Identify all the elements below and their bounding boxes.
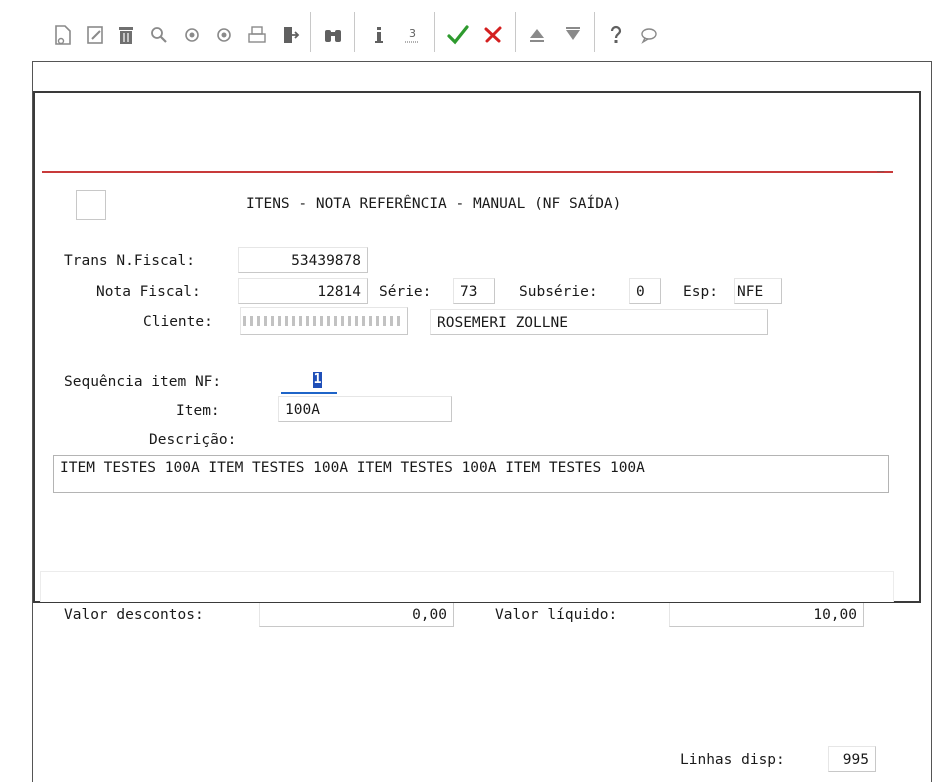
confirm-icon[interactable] [443, 20, 473, 50]
descontos-field[interactable]: 0,00 [259, 601, 454, 627]
page-title: ITENS - NOTA REFERÊNCIA - MANUAL (NF SAÍ… [246, 196, 622, 212]
subserie-label: Subsérie: [519, 284, 598, 300]
toolbar-separator [354, 12, 355, 52]
toolbar-separator [310, 12, 311, 52]
edit-icon[interactable] [80, 20, 110, 50]
serie-field[interactable]: 73 [453, 278, 495, 304]
list-icon[interactable]: 3 [397, 20, 427, 50]
toolbar-separator [434, 12, 435, 52]
binoculars-icon[interactable] [318, 20, 348, 50]
item-field[interactable]: 100A [278, 396, 452, 422]
up-icon[interactable] [522, 20, 552, 50]
nota-field[interactable]: 12814 [238, 278, 368, 304]
desc-label: Descrição: [149, 432, 237, 448]
checkbox[interactable] [76, 190, 106, 220]
trans-field[interactable]: 53439878 [238, 247, 368, 273]
delete-icon[interactable] [111, 20, 141, 50]
info-icon[interactable] [364, 20, 394, 50]
exit-icon[interactable] [275, 20, 305, 50]
seq-label: Sequência item NF: [64, 374, 222, 390]
serie-label: Série: [379, 284, 432, 300]
new-document-icon[interactable] [48, 20, 78, 50]
cancel-icon[interactable] [478, 20, 508, 50]
nota-label: Nota Fiscal: [96, 284, 201, 300]
liquido-field[interactable]: 10,00 [669, 601, 864, 627]
seq-value: 1 [313, 372, 322, 388]
down-icon[interactable] [558, 20, 588, 50]
dialog-window [33, 91, 921, 603]
header-divider [42, 171, 893, 173]
description-field[interactable]: ITEM TESTES 100A ITEM TESTES 100A ITEM T… [53, 455, 889, 493]
help-icon[interactable] [601, 20, 631, 50]
next-icon[interactable] [209, 20, 239, 50]
item-label: Item: [176, 403, 220, 419]
toolbar-separator [594, 12, 595, 52]
toolbar-separator [515, 12, 516, 52]
seq-field[interactable]: 1 [281, 369, 337, 394]
dialog-footer-panel [40, 571, 894, 602]
trans-label: Trans N.Fiscal: [64, 253, 195, 269]
svg-text:3: 3 [409, 27, 416, 40]
esp-field[interactable]: NFE [734, 278, 782, 304]
esp-label: Esp: [683, 284, 718, 300]
cliente-code-field[interactable] [240, 307, 408, 335]
cliente-name-field[interactable]: ROSEMERI ZOLLNE [430, 309, 768, 335]
minimize-mark[interactable]: ‾ [877, 170, 884, 184]
search-icon[interactable] [144, 20, 174, 50]
previous-icon[interactable] [177, 20, 207, 50]
print-icon[interactable] [242, 20, 272, 50]
linhas-field: 995 [828, 746, 876, 772]
subserie-field[interactable]: 0 [629, 278, 661, 304]
toolbar: 3 [0, 0, 933, 64]
linhas-label: Linhas disp: [680, 752, 785, 768]
comment-icon[interactable] [634, 20, 664, 50]
liquido-label: Valor líquido: [495, 607, 618, 623]
cliente-label: Cliente: [143, 314, 213, 330]
redacted-value [243, 316, 401, 326]
descontos-label: Valor descontos: [64, 607, 204, 623]
